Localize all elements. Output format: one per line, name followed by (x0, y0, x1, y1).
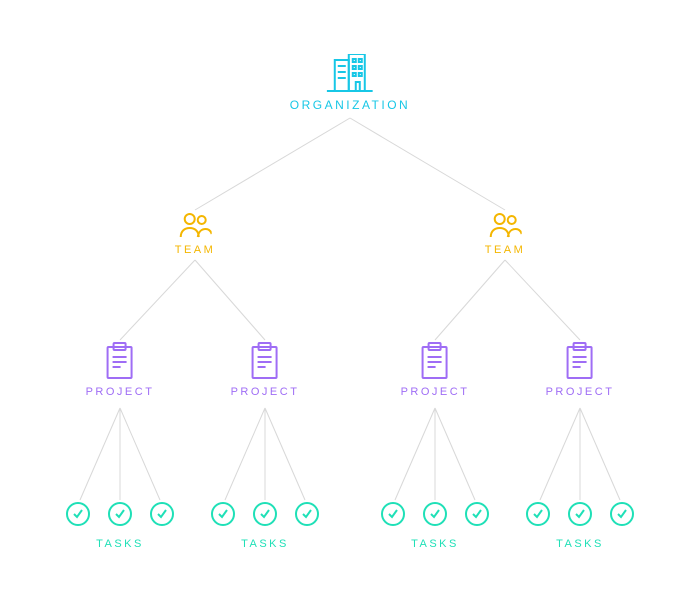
tasks-label: TASKS (381, 538, 489, 550)
tasks-node-4: TASKS (526, 502, 634, 550)
project-node-4: PROJECT (546, 342, 615, 398)
check-circle-icon (295, 502, 319, 526)
team-node-1: TEAM (175, 212, 216, 256)
project-node-2: PROJECT (231, 342, 300, 398)
org-node: ORGANIZATION (290, 54, 410, 112)
tasks-node-2: TASKS (211, 502, 319, 550)
tasks-node-3: TASKS (381, 502, 489, 550)
project-label: PROJECT (546, 386, 615, 398)
task-tick-row (381, 502, 489, 526)
clipboard-icon (420, 342, 450, 380)
tasks-node-1: TASKS (66, 502, 174, 550)
check-circle-icon (150, 502, 174, 526)
check-circle-icon (211, 502, 235, 526)
team-label: TEAM (175, 244, 216, 256)
tasks-label: TASKS (211, 538, 319, 550)
project-label: PROJECT (401, 386, 470, 398)
check-circle-icon (108, 502, 132, 526)
clipboard-icon (250, 342, 280, 380)
building-icon (327, 54, 373, 92)
project-label: PROJECT (231, 386, 300, 398)
check-circle-icon (568, 502, 592, 526)
team-node-2: TEAM (485, 212, 526, 256)
clipboard-icon (565, 342, 595, 380)
tasks-label: TASKS (526, 538, 634, 550)
check-circle-icon (526, 502, 550, 526)
people-icon (488, 212, 522, 238)
clipboard-icon (105, 342, 135, 380)
task-tick-row (211, 502, 319, 526)
team-label: TEAM (485, 244, 526, 256)
project-label: PROJECT (86, 386, 155, 398)
tasks-label: TASKS (66, 538, 174, 550)
check-circle-icon (66, 502, 90, 526)
people-icon (178, 212, 212, 238)
check-circle-icon (381, 502, 405, 526)
check-circle-icon (465, 502, 489, 526)
org-label: ORGANIZATION (290, 98, 410, 112)
check-circle-icon (423, 502, 447, 526)
check-circle-icon (253, 502, 277, 526)
diagram-stage: ORGANIZATION TEAM TEAM (0, 0, 700, 603)
project-node-1: PROJECT (86, 342, 155, 398)
project-node-3: PROJECT (401, 342, 470, 398)
task-tick-row (66, 502, 174, 526)
check-circle-icon (610, 502, 634, 526)
task-tick-row (526, 502, 634, 526)
